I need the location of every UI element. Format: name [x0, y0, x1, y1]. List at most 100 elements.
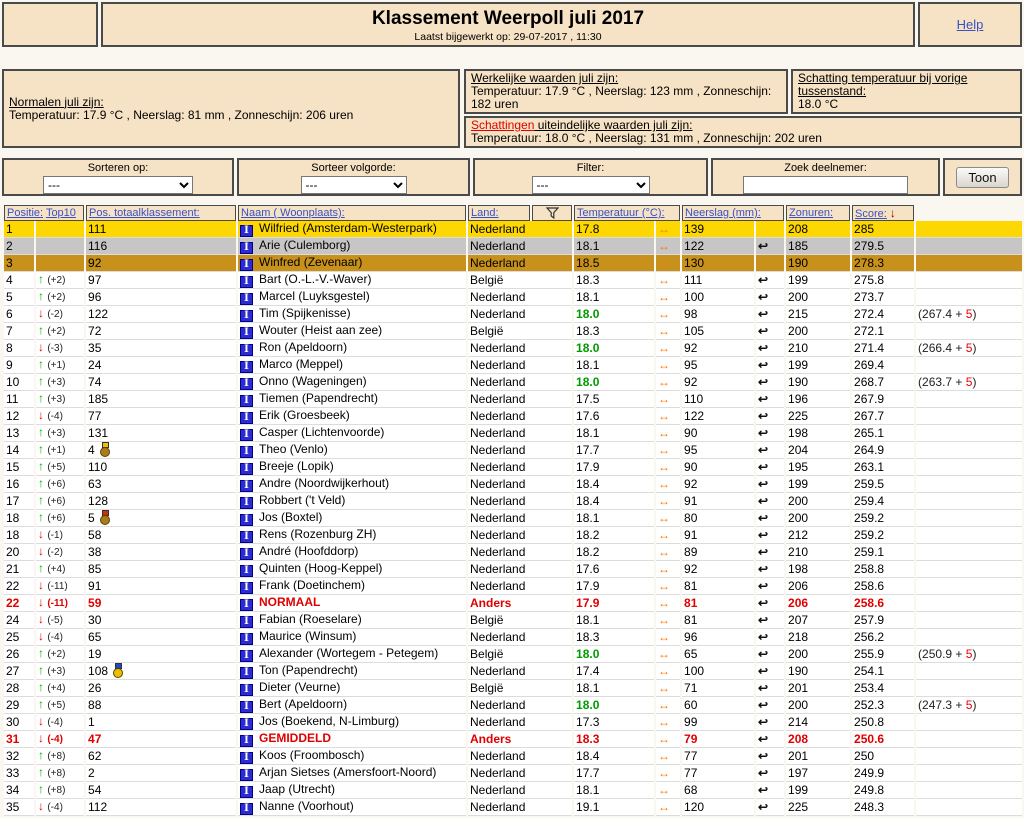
table-row: 1 111 I Wilfried (Amsterdam-Westerpark) Nede…: [4, 221, 1022, 238]
neerslag-trend-icon: ↩: [758, 476, 769, 491]
neerslag-cell: 91: [682, 493, 755, 510]
position-change-cell: ↑ (+3): [36, 391, 85, 408]
temperatuur-cell: 18.1: [574, 357, 655, 374]
filter-select[interactable]: ---: [531, 176, 650, 194]
neerslag-cell: 92: [682, 374, 755, 391]
sort-neerslag-link[interactable]: Neerslag (mm):: [685, 207, 761, 219]
neerslag-cell: 100: [682, 289, 755, 306]
sort-order-select[interactable]: ---: [300, 176, 407, 194]
sort-temperatuur-link[interactable]: Temperatuur (°C):: [577, 207, 665, 219]
funnel-icon[interactable]: [545, 207, 559, 220]
help-link[interactable]: Help: [957, 17, 984, 32]
sort-on-select[interactable]: ---: [43, 176, 193, 194]
neerslag-trend-icon: ↩: [758, 578, 769, 593]
neerslag-trend-icon: ↩: [758, 510, 769, 525]
neerslag-cell: 99: [682, 714, 755, 731]
sort-land-link[interactable]: Land:: [471, 207, 499, 219]
temp-trend-icon: ↔: [658, 680, 671, 695]
info-boxes: Normalen juli zijn: Temperatuur: 17.9 °C…: [2, 69, 1022, 148]
medal-disc: [99, 515, 110, 525]
neerslag-trend-cell: ↩: [756, 510, 785, 527]
table-row: 2 116 I Arie (Culemborg) Nederland 18.1 ↔ 122 ↩ 1…: [4, 238, 1022, 255]
positie-cell: 15: [4, 459, 34, 476]
temp-trend-cell: ↔: [656, 391, 681, 408]
schattingen-title-rest: uiteindelijke waarden juli zijn:: [534, 118, 693, 132]
neerslag-trend-cell: [756, 221, 785, 238]
search-input[interactable]: [743, 176, 908, 194]
participant-icon: I: [240, 310, 254, 322]
temperatuur-cell: 18.1: [574, 238, 655, 255]
sort-score-link[interactable]: Score:: [855, 208, 887, 220]
participant-name: Jos (Boxtel): [259, 510, 323, 524]
temperatuur-value: 18.1: [576, 238, 600, 253]
sort-pos-totaal-link[interactable]: Pos. totaalklassement:: [89, 207, 200, 219]
temperatuur-cell: 18.4: [574, 748, 655, 765]
neerslag-trend-cell: ↩: [756, 663, 785, 680]
land-cell: België: [468, 646, 573, 663]
rank-down-icon: ↓: [38, 340, 44, 354]
participant-name: Alexander (Wortegem - Petegem): [259, 646, 439, 660]
temp-trend-icon: ↔: [658, 493, 671, 508]
temp-trend-icon: ↔: [658, 731, 671, 746]
pos-totaal-cell: 59: [86, 595, 237, 612]
score-extra-cell: [916, 510, 1022, 527]
land-cell: België: [468, 323, 573, 340]
neerslag-trend-cell: ↩: [756, 782, 785, 799]
sort-zonuren-link[interactable]: Zonuren:: [789, 207, 833, 219]
participant-name: Maurice (Winsum): [259, 629, 357, 643]
positie-cell: 20: [4, 544, 34, 561]
neerslag-trend-icon: ↩: [758, 544, 769, 559]
sort-on-label: Sorteren op:: [87, 162, 149, 174]
score-extra-cell: [916, 408, 1022, 425]
header-help-cell: Help: [918, 2, 1022, 47]
score-extra-cell: [916, 544, 1022, 561]
neerslag-cell: 95: [682, 442, 755, 459]
positie-cell: 6: [4, 306, 34, 323]
rank-delta: (-4): [47, 411, 63, 422]
neerslag-trend-cell: ↩: [756, 272, 785, 289]
score-cell: 250.8: [852, 714, 915, 731]
positie-cell: 18: [4, 527, 34, 544]
naam-cell: I Quinten (Hoog-Keppel): [238, 561, 467, 578]
pos-totaal-cell: 131: [86, 425, 237, 442]
temp-trend-cell: ↔: [656, 340, 681, 357]
pos-totaal-value: 122: [88, 306, 109, 321]
neerslag-trend-cell: ↩: [756, 374, 785, 391]
positie-cell: 5: [4, 289, 34, 306]
land-cell: Nederland: [468, 765, 573, 782]
score-cell: 258.8: [852, 561, 915, 578]
neerslag-trend-icon: ↩: [758, 289, 769, 304]
temperatuur-cell: 17.7: [574, 442, 655, 459]
temperatuur-cell: 18.0: [574, 697, 655, 714]
score-cell: 269.4: [852, 357, 915, 374]
pos-totaal-cell: 5: [86, 510, 237, 527]
score-extra-cell: [916, 561, 1022, 578]
pos-totaal-value: 92: [88, 255, 102, 270]
pos-totaal-value: 2: [88, 765, 95, 780]
naam-cell: I Onno (Wageningen): [238, 374, 467, 391]
participant-icon: I: [240, 565, 254, 577]
rank-up-icon: ↑: [38, 289, 44, 303]
neerslag-cell: 91: [682, 527, 755, 544]
land-cell: België: [468, 612, 573, 629]
rank-up-icon: ↑: [38, 782, 44, 796]
temp-trend-icon: ↔: [658, 578, 671, 593]
participant-icon: I: [240, 446, 254, 458]
score-extra-cell: [916, 221, 1022, 238]
rank-delta: (-4): [47, 717, 63, 728]
temperatuur-value: 17.6: [576, 408, 600, 423]
toon-button[interactable]: Toon: [956, 166, 1009, 188]
score-extra-cell: [916, 493, 1022, 510]
score-cell: 259.4: [852, 493, 915, 510]
sort-naam-link[interactable]: Naam ( Woonplaats):: [241, 207, 345, 219]
participant-icon: I: [240, 633, 254, 645]
participant-icon: I: [240, 769, 254, 781]
top10-link[interactable]: Top10: [46, 207, 76, 219]
score-cell: 265.1: [852, 425, 915, 442]
sort-positie-link[interactable]: Positie:: [7, 207, 43, 219]
temp-trend-icon: ↔: [658, 527, 671, 542]
land-cell: Nederland: [468, 255, 573, 272]
land-cell: Nederland: [468, 221, 573, 238]
pos-totaal-value: 112: [88, 799, 108, 814]
score-sort-direction-icon: ↓: [889, 206, 896, 220]
